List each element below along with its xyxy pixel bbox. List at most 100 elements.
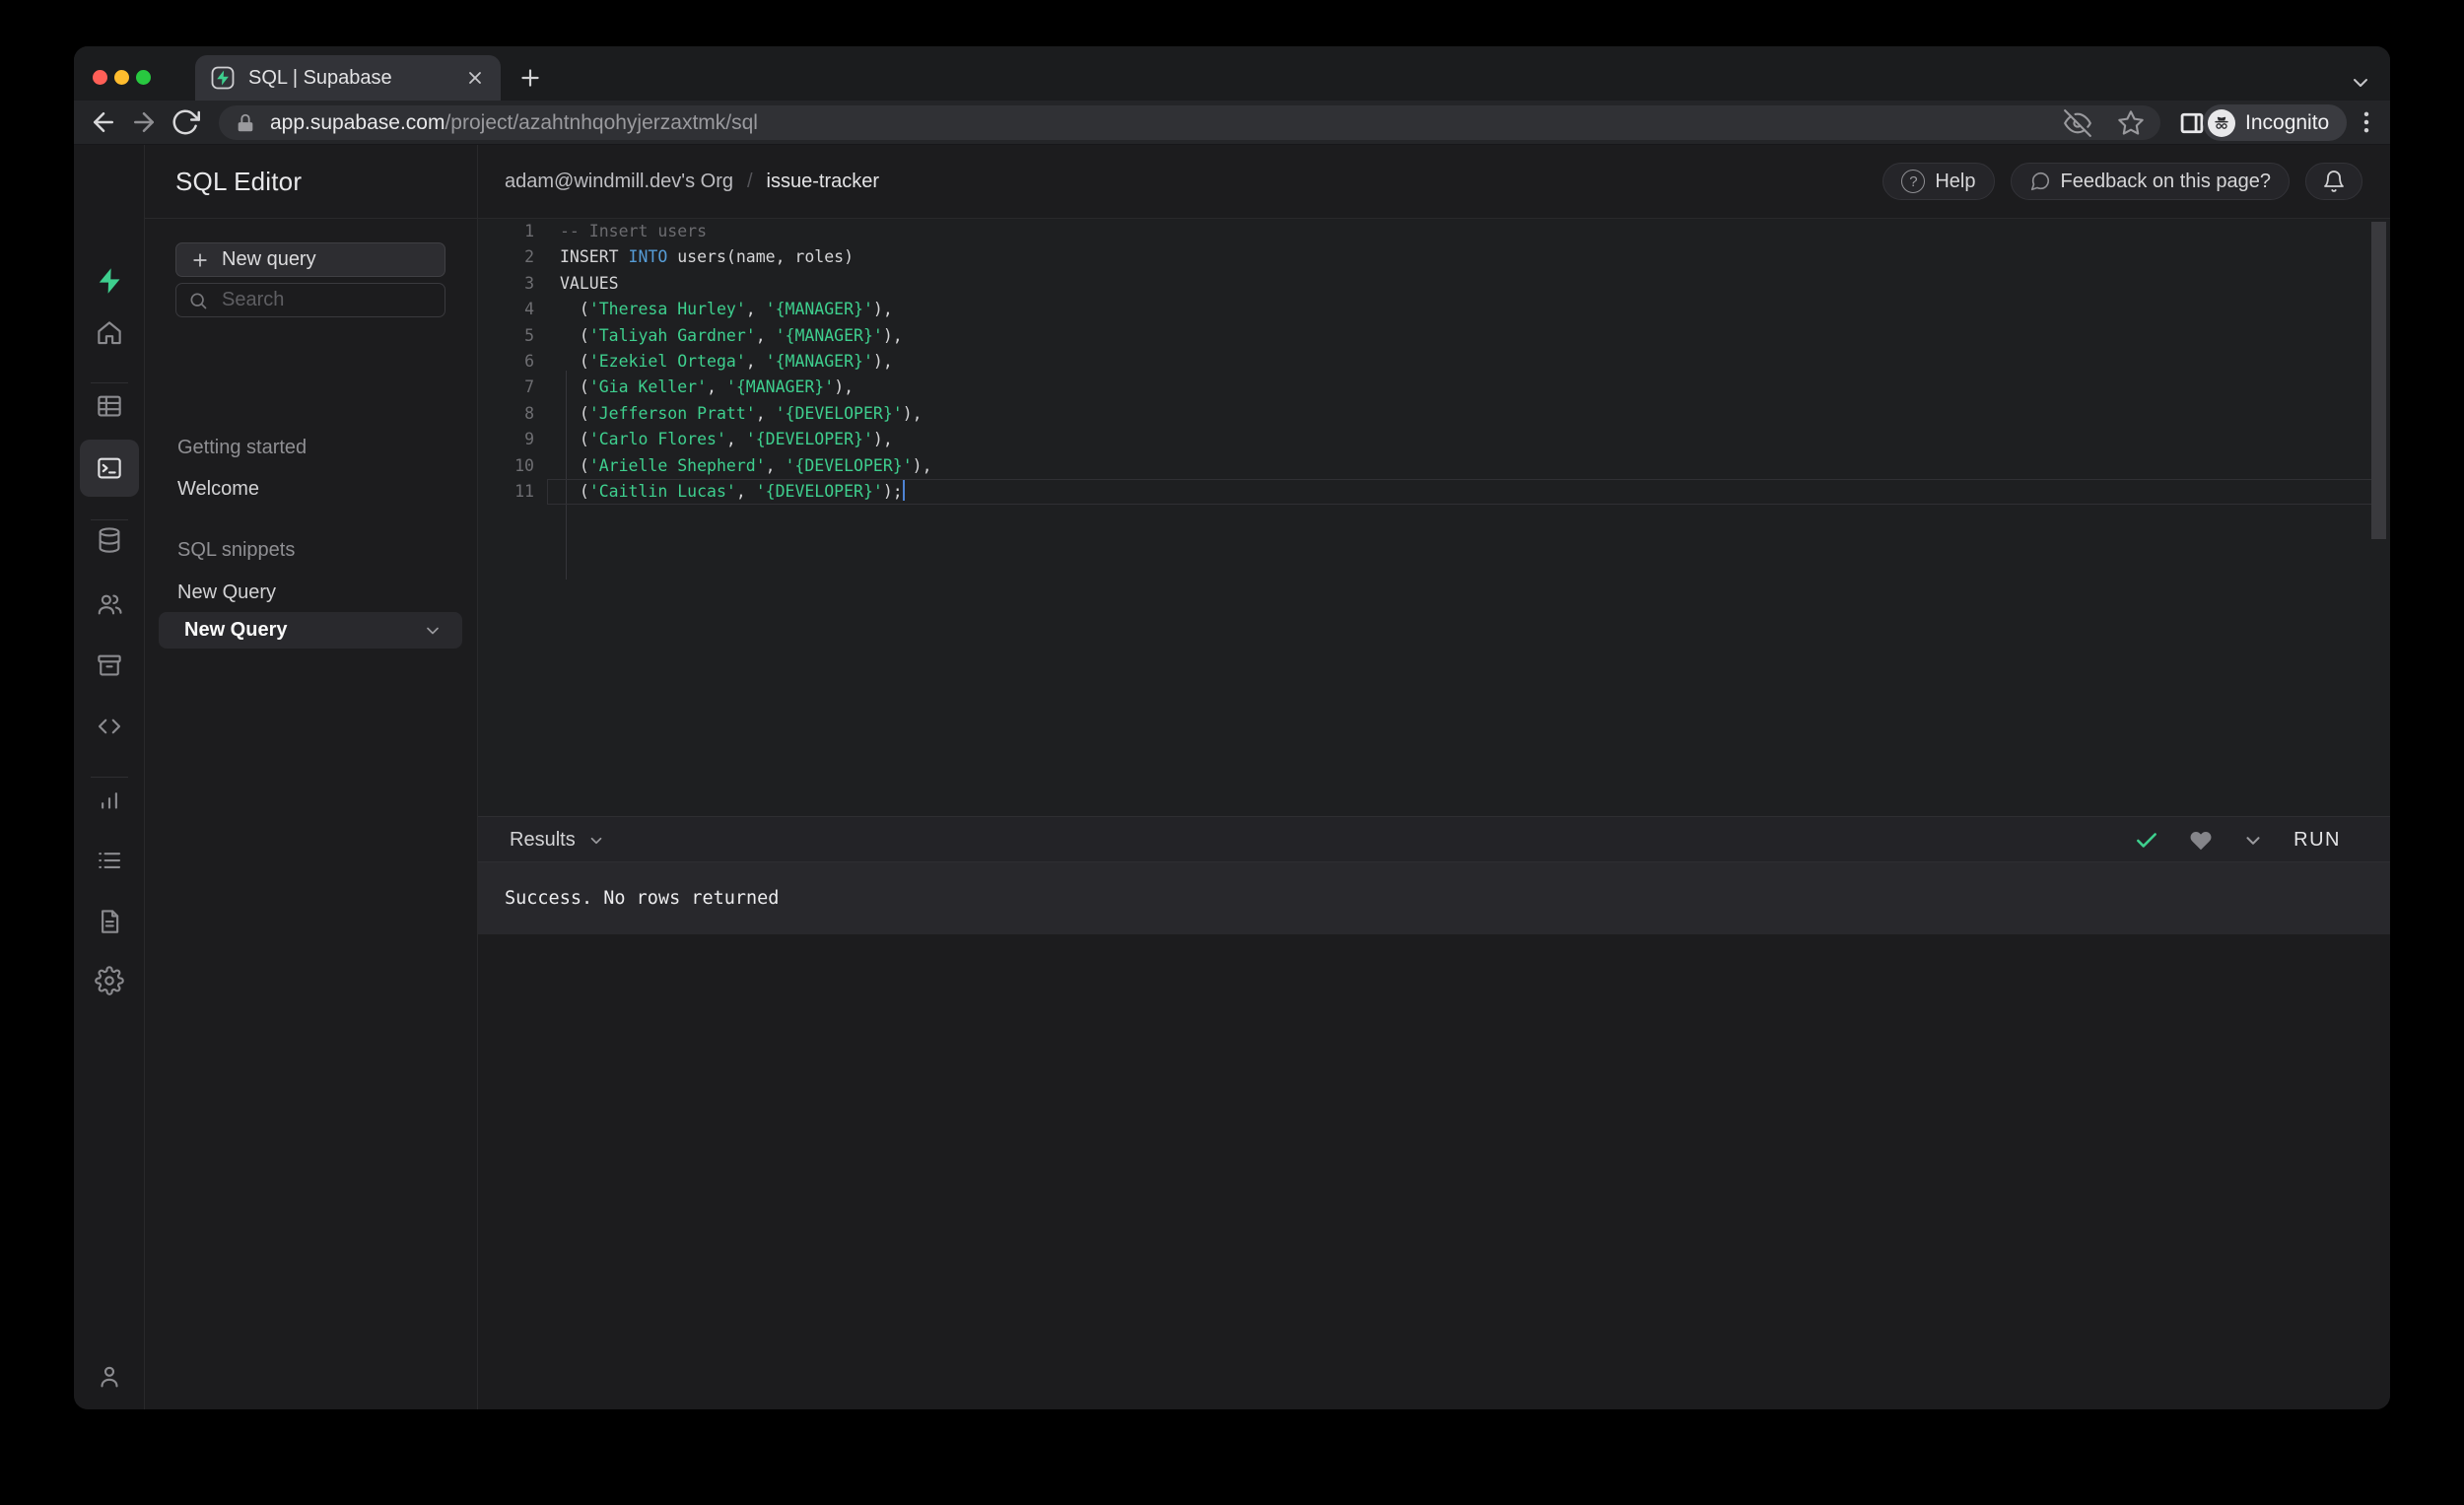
- success-message: Success. No rows returned: [505, 888, 780, 909]
- new-query-button[interactable]: New query: [175, 242, 445, 277]
- results-toolbar: Results RUN: [478, 816, 2390, 862]
- main-content: adam@windmill.dev's Org / issue-tracker …: [478, 145, 2390, 1409]
- traffic-close-button[interactable]: [93, 70, 107, 85]
- rail-divider: [91, 382, 128, 383]
- lock-icon[interactable]: [235, 112, 256, 134]
- code-line-10: 10 ('Arielle Shepherd', '{DEVELOPER}'),: [514, 455, 932, 475]
- close-icon[interactable]: [465, 68, 485, 88]
- editor-scrollbar-thumb[interactable]: [2371, 222, 2386, 539]
- supabase-logo-icon[interactable]: [95, 266, 124, 296]
- traffic-zoom-button[interactable]: [136, 70, 151, 85]
- chevron-down-icon: [590, 837, 602, 844]
- side-panel-icon[interactable]: [2178, 109, 2206, 137]
- favorite-heart-icon[interactable]: [2189, 829, 2213, 853]
- active-snippet-label: New Query: [184, 619, 288, 641]
- incognito-icon: [2208, 108, 2235, 137]
- supabase-app: SQL Editor New query Search Getting star…: [74, 145, 2390, 1409]
- search-input[interactable]: Search: [175, 283, 445, 317]
- active-snippet-item[interactable]: New Query: [159, 612, 462, 649]
- success-check-icon: [2137, 832, 2157, 848]
- code-lines: 1 -- Insert users 2 INSERT INTO users(name,…: [478, 219, 2390, 506]
- star-icon[interactable]: [2117, 109, 2145, 137]
- breadcrumb-project[interactable]: issue-tracker: [767, 171, 879, 193]
- browser-toolbar: app.supabase.com/project/azahtnhqohyjerz…: [74, 101, 2390, 145]
- code-line-1: 1 -- Insert users: [524, 222, 708, 240]
- url-text: app.supabase.com/project/azahtnhqohyjerz…: [270, 111, 2064, 135]
- content-header: adam@windmill.dev's Org / issue-tracker …: [478, 145, 2390, 219]
- results-output: Success. No rows returned: [478, 862, 2390, 934]
- sql-editor-panel: SQL Editor New query Search Getting star…: [145, 145, 478, 1409]
- help-button[interactable]: ? Help: [1882, 163, 1995, 200]
- chevron-down-icon[interactable]: [423, 621, 443, 641]
- nav-account-icon[interactable]: [95, 1362, 124, 1392]
- tab-strip: SQL | Supabase: [74, 46, 2390, 101]
- browser-tab[interactable]: SQL | Supabase: [195, 55, 501, 101]
- chat-bubble-icon: [2030, 171, 2049, 191]
- code-line-6: 6 ('Ezekiel Ortega', '{MANAGER}'),: [524, 351, 893, 371]
- code-editor[interactable]: 1 -- Insert users 2 INSERT INTO users(name,…: [478, 219, 2390, 816]
- nav-logs-icon[interactable]: [95, 846, 124, 875]
- forward-icon[interactable]: [129, 107, 159, 137]
- help-label: Help: [1935, 170, 1976, 192]
- header-actions: ? Help Feedback on this page?: [1882, 163, 2362, 200]
- nav-reports-icon[interactable]: [95, 786, 124, 815]
- nav-database-icon[interactable]: [95, 525, 124, 555]
- tab-title: SQL | Supabase: [248, 66, 392, 89]
- breadcrumb-org[interactable]: adam@windmill.dev's Org: [505, 171, 733, 193]
- incognito-badge: Incognito: [2203, 104, 2348, 141]
- code-line-2: 2 INSERT INTO users(name, roles): [524, 247, 855, 267]
- back-icon[interactable]: [89, 107, 118, 137]
- eye-off-icon[interactable]: [2064, 108, 2091, 137]
- new-tab-plus-icon[interactable]: [517, 65, 543, 91]
- breadcrumb: adam@windmill.dev's Org / issue-tracker: [505, 145, 879, 219]
- browser-window: SQL | Supabase app.supabase.com /project/…: [74, 46, 2390, 1409]
- results-actions: RUN: [2134, 817, 2341, 863]
- panel-item-welcome[interactable]: Welcome: [177, 478, 259, 501]
- section-sql-snippets: SQL snippets: [177, 539, 296, 561]
- nav-storage-icon[interactable]: [95, 650, 124, 680]
- traffic-minimize-button[interactable]: [114, 70, 129, 85]
- url-bar[interactable]: app.supabase.com/project/azahtnhqohyjerz…: [219, 105, 2160, 140]
- run-button[interactable]: RUN: [2293, 829, 2341, 852]
- notifications-button[interactable]: [2305, 163, 2362, 200]
- url-domain: app.supabase.com: [270, 110, 445, 134]
- plus-icon: [193, 252, 207, 267]
- rail-divider: [91, 777, 128, 778]
- nav-home-icon[interactable]: [95, 318, 124, 348]
- feedback-label: Feedback on this page?: [2060, 170, 2272, 192]
- nav-auth-icon[interactable]: [95, 589, 124, 619]
- results-empty-area: [478, 934, 2390, 1409]
- code-line-8: 8 ('Jefferson Pratt', '{DEVELOPER}'),: [524, 403, 923, 423]
- text-cursor: [902, 479, 906, 501]
- nav-edge-functions-icon[interactable]: [95, 712, 124, 741]
- panel-header: SQL Editor: [145, 145, 477, 219]
- breadcrumb-separator: /: [746, 171, 753, 192]
- reload-icon[interactable]: [171, 107, 200, 137]
- results-label: Results: [510, 829, 576, 851]
- section-getting-started: Getting started: [177, 437, 308, 458]
- supabase-favicon: [211, 66, 235, 90]
- help-circle-icon: ?: [1901, 170, 1926, 193]
- search-placeholder: Search: [222, 289, 285, 310]
- chevron-down-icon[interactable]: [2242, 830, 2264, 852]
- feedback-button[interactable]: Feedback on this page?: [2010, 163, 2290, 200]
- nav-table-editor-icon[interactable]: [95, 391, 124, 421]
- nav-settings-icon[interactable]: [95, 966, 124, 995]
- code-line-3: 3 VALUES: [524, 273, 619, 293]
- tab-search-chevron-icon[interactable]: [2349, 71, 2372, 95]
- code-line-5: 5 ('Taliyah Gardner', '{MANAGER}'),: [524, 325, 903, 345]
- code-line-11: 11 ('Caitlin Lucas', '{DEVELOPER}');: [478, 478, 2390, 506]
- results-dropdown[interactable]: Results: [510, 817, 605, 863]
- panel-item-new-query[interactable]: New Query: [177, 581, 276, 604]
- rail-divider: [91, 519, 128, 520]
- menu-dots-icon[interactable]: [2353, 108, 2380, 136]
- code-line-4: 4 ('Theresa Hurley', '{MANAGER}'),: [524, 300, 893, 319]
- code-line-9: 9 ('Carlo Flores', '{DEVELOPER}'),: [524, 430, 893, 449]
- page-title: SQL Editor: [175, 166, 303, 196]
- search-icon: [190, 293, 207, 308]
- nav-api-docs-icon[interactable]: [95, 907, 124, 936]
- url-path: /project/azahtnhqohyjerzaxtmk/sql: [445, 110, 758, 134]
- incognito-label: Incognito: [2245, 110, 2330, 134]
- nav-rail: [74, 145, 145, 1409]
- nav-sql-editor-icon[interactable]: [95, 453, 124, 483]
